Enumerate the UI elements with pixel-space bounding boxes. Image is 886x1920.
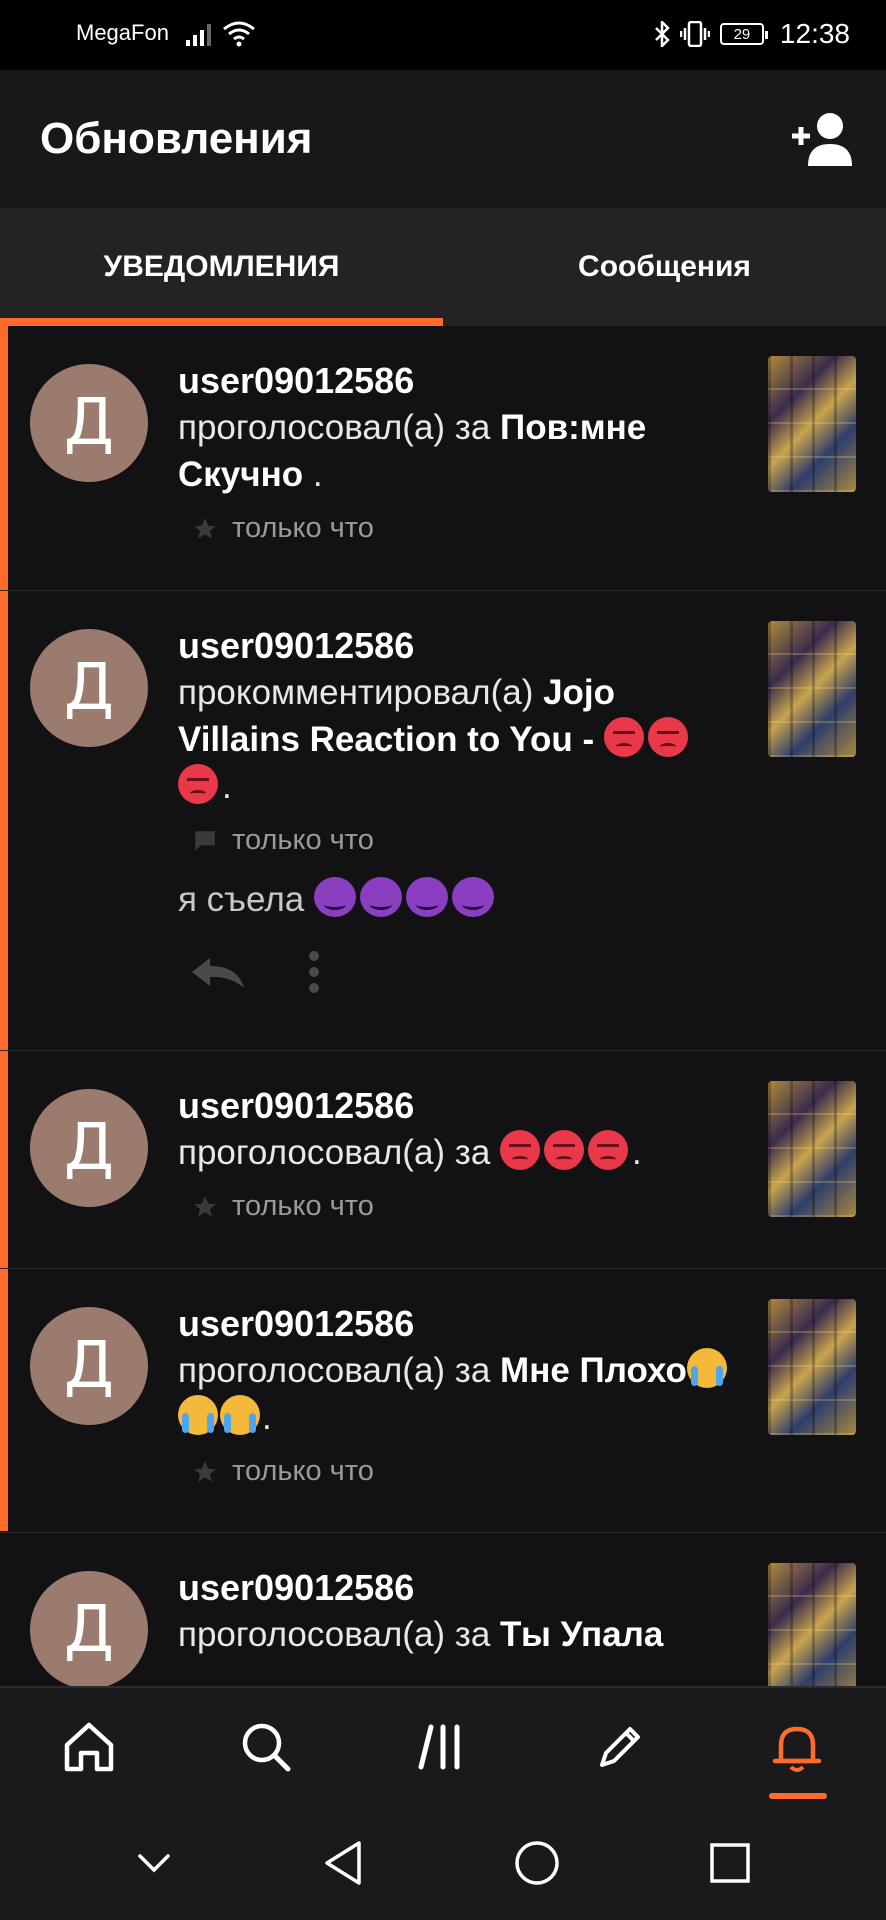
notification-item[interactable]: Д user09012586 прокомментировал(а) Jojo … xyxy=(0,591,886,1051)
notification-text: прокомментировал(а) Jojo Villains Reacti… xyxy=(178,669,738,810)
story-cover[interactable] xyxy=(768,1563,856,1686)
suffix-text: . xyxy=(262,1398,272,1437)
nav-home[interactable] xyxy=(49,1707,129,1787)
notification-meta: только что xyxy=(178,824,738,857)
story-title[interactable]: Мне Плохо xyxy=(500,1351,687,1390)
notification-text: проголосовал(а) за Пов:мне Скучно . xyxy=(178,404,738,498)
status-bar: MegaFon 29 12:38 xyxy=(0,0,886,70)
username[interactable]: user09012586 xyxy=(178,1083,738,1129)
comment-body: я съела xyxy=(178,880,314,919)
story-cover[interactable] xyxy=(768,1299,856,1435)
angry-emoji-icon[interactable] xyxy=(500,1130,541,1170)
suffix-text: . xyxy=(632,1133,642,1172)
timestamp: только что xyxy=(232,1190,374,1222)
action-text: прокомментировал(а) xyxy=(178,673,544,712)
action-text: проголосовал(а) за xyxy=(178,408,501,447)
wifi-icon xyxy=(223,21,255,47)
nav-notifications[interactable] xyxy=(757,1707,837,1799)
star-icon xyxy=(194,1195,216,1217)
back-icon[interactable] xyxy=(321,1839,365,1887)
devil-emoji-icon xyxy=(451,877,494,917)
username[interactable]: user09012586 xyxy=(178,358,738,404)
chevron-down-icon[interactable] xyxy=(134,1848,174,1878)
notification-meta: только что xyxy=(178,512,738,545)
notifications-bell-icon xyxy=(773,1726,822,1772)
avatar[interactable]: Д xyxy=(30,1307,148,1425)
notification-item[interactable]: Д user09012586 проголосовал(а) за Пов:мн… xyxy=(0,326,886,591)
bluetooth-icon xyxy=(655,21,670,47)
username[interactable]: user09012586 xyxy=(178,623,738,669)
timestamp: только что xyxy=(232,1455,374,1487)
notification-list[interactable]: Д user09012586 проголосовал(а) за Пов:мн… xyxy=(0,326,886,1686)
devil-emoji-icon xyxy=(313,877,356,917)
battery-indicator: 29 xyxy=(719,23,768,45)
tab-notifications[interactable]: УВЕДОМЛЕНИЯ xyxy=(0,208,443,326)
timestamp: только что xyxy=(232,512,374,544)
home-circle-icon[interactable] xyxy=(513,1839,561,1887)
comment-text: я съела xyxy=(178,877,738,920)
action-text: проголосовал(а) за xyxy=(178,1615,501,1654)
story-cover[interactable] xyxy=(768,356,856,492)
bottom-navigation xyxy=(0,1686,886,1806)
star-icon xyxy=(194,517,216,539)
notification-item[interactable]: Д user09012586 проголосовал(а) за . толь… xyxy=(0,1051,886,1269)
devil-emoji-icon xyxy=(359,877,402,917)
notification-meta: только что xyxy=(178,1455,738,1488)
avatar[interactable]: Д xyxy=(30,1571,148,1686)
write-icon xyxy=(600,1727,641,1767)
crying-emoji-icon xyxy=(686,1348,727,1388)
nav-search[interactable] xyxy=(226,1707,306,1787)
system-navigation xyxy=(0,1806,886,1920)
angry-emoji-icon xyxy=(178,764,218,804)
story-title[interactable]: Ты Упала xyxy=(500,1615,663,1654)
library-icon xyxy=(418,1724,460,1770)
angry-emoji-icon[interactable] xyxy=(544,1130,585,1170)
story-cover[interactable] xyxy=(768,621,856,757)
tab-messages[interactable]: Сообщения xyxy=(443,208,886,326)
more-options-icon[interactable] xyxy=(308,950,320,994)
username[interactable]: user09012586 xyxy=(178,1301,738,1347)
angry-emoji-icon[interactable] xyxy=(588,1130,629,1170)
avatar[interactable]: Д xyxy=(30,364,148,482)
vibrate-icon xyxy=(679,21,710,47)
comment-icon xyxy=(195,830,215,851)
notification-meta: только что xyxy=(178,1190,738,1223)
comment-actions xyxy=(178,950,738,994)
devil-emoji-icon xyxy=(405,877,448,917)
page-title: Обновления xyxy=(40,114,313,163)
search-icon xyxy=(242,1723,291,1772)
username[interactable]: user09012586 xyxy=(178,1565,738,1611)
suffix-text: . xyxy=(222,767,232,806)
notification-item[interactable]: Д user09012586 проголосовал(а) за Мне Пл… xyxy=(0,1269,886,1533)
status-right: 29 12:38 xyxy=(654,18,850,50)
story-cover[interactable] xyxy=(768,1081,856,1217)
star-icon xyxy=(194,1460,216,1482)
angry-emoji-icon xyxy=(647,717,688,757)
carrier-label: MegaFon xyxy=(76,20,169,45)
nav-library[interactable] xyxy=(403,1707,483,1787)
app-bar: Обновления xyxy=(0,70,886,208)
tab-bar: УВЕДОМЛЕНИЯ Сообщения xyxy=(0,208,886,326)
crying-emoji-icon xyxy=(178,1395,218,1435)
crying-emoji-icon xyxy=(220,1395,260,1435)
avatar[interactable]: Д xyxy=(30,1089,148,1207)
notification-item[interactable]: Д user09012586 проголосовал(а) за Ты Упа… xyxy=(0,1533,886,1686)
notification-text: проголосовал(а) за . xyxy=(178,1129,738,1176)
signal-icon xyxy=(186,24,211,46)
reply-icon[interactable] xyxy=(188,952,248,992)
notification-text: проголосовал(а) за Ты Упала xyxy=(178,1611,738,1658)
clock: 12:38 xyxy=(779,18,850,49)
notification-text: проголосовал(а) за Мне Плохо. xyxy=(178,1347,738,1441)
recents-icon[interactable] xyxy=(708,1841,752,1885)
timestamp: только что xyxy=(232,824,374,856)
angry-emoji-icon xyxy=(603,717,644,757)
home-icon xyxy=(64,1722,113,1772)
action-text: проголосовал(а) за xyxy=(178,1351,501,1390)
nav-write[interactable] xyxy=(580,1707,660,1787)
avatar[interactable]: Д xyxy=(30,629,148,747)
add-person-icon[interactable] xyxy=(786,110,856,170)
action-text: проголосовал(а) за xyxy=(178,1133,501,1172)
suffix-text: . xyxy=(303,455,323,494)
